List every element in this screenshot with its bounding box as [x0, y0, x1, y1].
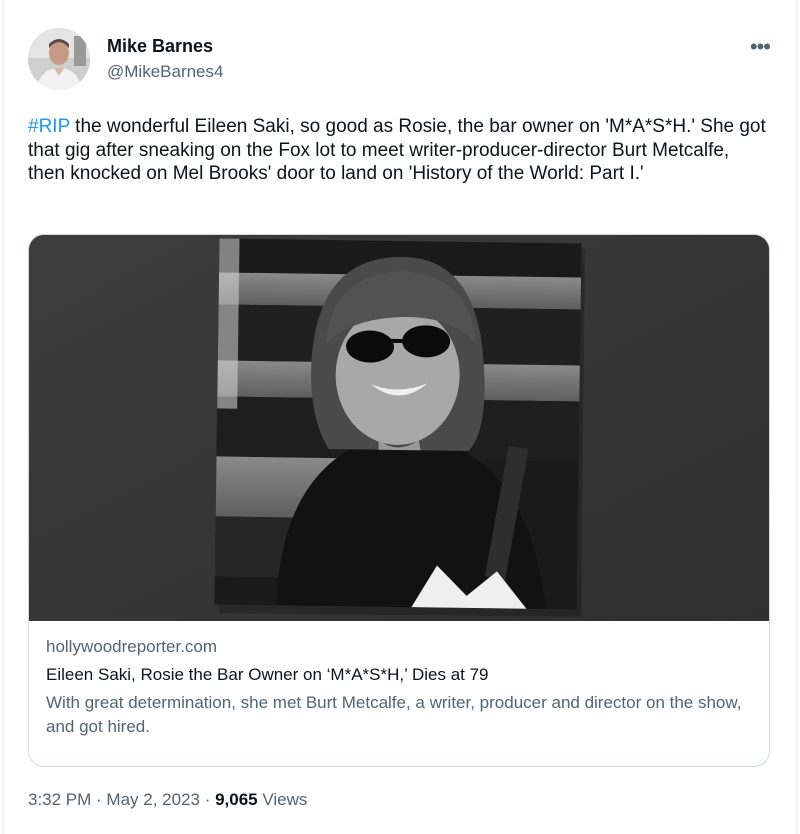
views-label: Views [257, 790, 308, 809]
tweet-time[interactable]: 3:32 PM [28, 790, 91, 809]
more-horizontal-icon[interactable]: ••• [750, 34, 771, 60]
link-card[interactable]: hollywoodreporter.com Eileen Saki, Rosie… [28, 234, 770, 767]
tweet-container: Mike Barnes @MikeBarnes4 ••• #RIP the wo… [3, 0, 797, 834]
hashtag-link[interactable]: #RIP [28, 116, 70, 137]
card-image [29, 235, 769, 621]
card-info: hollywoodreporter.com Eileen Saki, Rosie… [46, 635, 746, 739]
author-handle[interactable]: @MikeBarnes4 [107, 62, 223, 82]
tweet-date[interactable]: May 2, 2023 [106, 790, 200, 809]
avatar[interactable] [28, 28, 90, 90]
card-description: With great determination, she met Burt M… [46, 693, 742, 736]
views-count[interactable]: 9,065 [215, 790, 258, 809]
card-title: Eileen Saki, Rosie the Bar Owner on ‘M*A… [46, 665, 489, 684]
author-name[interactable]: Mike Barnes [107, 36, 213, 57]
tweet-body: the wonderful Eileen Saki, so good as Ro… [28, 116, 766, 184]
meta-separator: · [199, 790, 216, 809]
tweet-meta: 3:32 PM · May 2, 2023 · 9,065 Views [28, 790, 307, 810]
card-domain: hollywoodreporter.com [46, 637, 218, 656]
tweet-text: #RIP the wonderful Eileen Saki, so good … [28, 115, 768, 186]
meta-separator: · [91, 790, 107, 809]
